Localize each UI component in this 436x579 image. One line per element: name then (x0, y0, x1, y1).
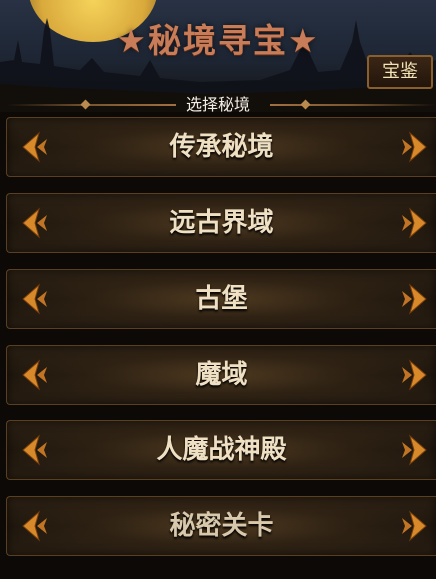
realm-item[interactable]: 魔域 (6, 345, 436, 405)
realm-label: 人魔战神殿 (156, 435, 287, 465)
chevron-right-icon[interactable] (400, 206, 432, 240)
treasure-book-button[interactable]: 宝鉴 (367, 55, 433, 89)
realm-label: 古堡 (195, 284, 248, 314)
realm-label: 魔域 (195, 360, 248, 390)
realm-item[interactable]: 古堡 (6, 269, 436, 329)
realm-item[interactable]: 人魔战神殿 (6, 420, 436, 480)
realm-item[interactable]: 远古界域 (6, 193, 436, 253)
realm-label: 传承秘境 (169, 132, 274, 162)
chevron-right-icon[interactable] (400, 282, 432, 316)
realm-label: 秘密关卡 (169, 511, 274, 541)
chevron-right-icon[interactable] (400, 358, 432, 392)
realm-item[interactable]: 秘密关卡 (6, 496, 436, 556)
section-subtitle: 选择秘境 (185, 95, 250, 114)
realm-item[interactable]: 传承秘境 (6, 117, 436, 177)
chevron-right-icon[interactable] (400, 433, 432, 467)
chevron-right-icon[interactable] (400, 509, 432, 543)
realm-label: 远古界域 (169, 208, 274, 238)
chevron-right-icon[interactable] (400, 130, 432, 164)
